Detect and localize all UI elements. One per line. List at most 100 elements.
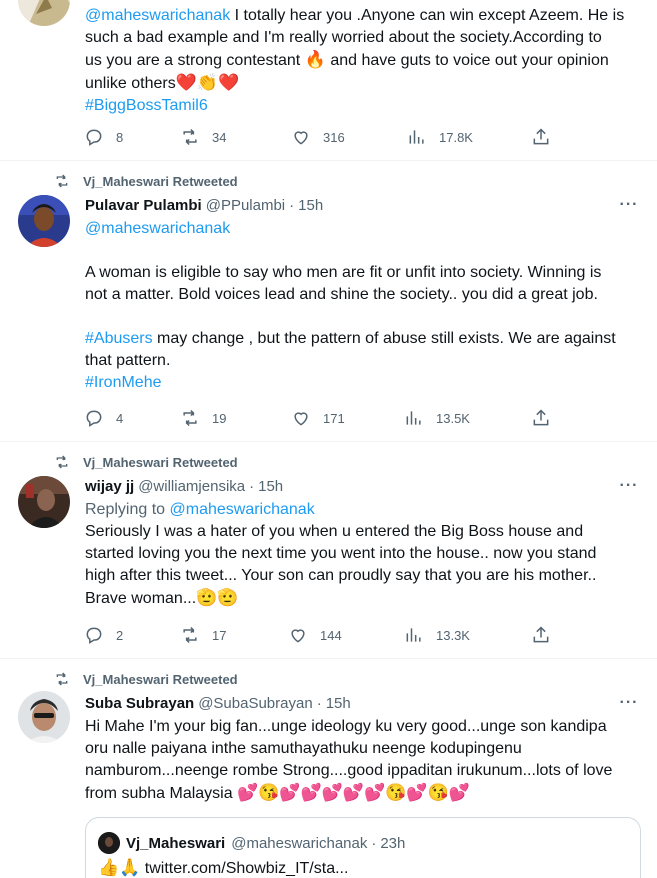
- avatar[interactable]: [18, 0, 70, 26]
- reply-button[interactable]: 8: [84, 126, 123, 148]
- like-count: 316: [323, 129, 345, 145]
- retweet-button[interactable]: 17: [180, 624, 226, 646]
- share-icon: [533, 626, 549, 643]
- like-count: 144: [320, 627, 342, 643]
- avatar[interactable]: [18, 476, 70, 528]
- avatar[interactable]: [18, 691, 70, 743]
- text-line: that pattern.: [85, 352, 171, 369]
- views-count: 13.5K: [436, 410, 470, 426]
- hashtag-link[interactable]: #BiggBossTamil6: [85, 95, 641, 117]
- reply-icon: [86, 129, 102, 146]
- retweet-context: Vj_Maheswari Retweeted: [53, 671, 238, 687]
- reply-count: 8: [116, 129, 124, 145]
- reply-icon: [86, 627, 102, 644]
- text-line: A woman is eligible to say who men are f…: [85, 264, 602, 281]
- tweet-header: Pulavar Pulambi @PPulambi · 15h: [85, 195, 323, 215]
- retweet-icon: [183, 128, 197, 146]
- text-line: Seriously I was a hater of you when u en…: [85, 523, 584, 540]
- views-count: 17.8K: [439, 129, 473, 145]
- tweet-text: Replying to @maheswarichanak Seriously I…: [85, 499, 641, 610]
- author-handle[interactable]: @PPulambi: [206, 197, 285, 214]
- reply-count: 4: [116, 410, 124, 426]
- mention-link[interactable]: @maheswarichanak: [85, 7, 230, 24]
- hearts-kiss-emoji: 💕😘💕💕💕💕💕😘💕😘💕: [237, 783, 470, 802]
- text-line: not a matter. Bold voices lead and shine…: [85, 286, 598, 303]
- text-segment: may change , but the pattern of abuse st…: [152, 330, 616, 347]
- text-line: such a bad example and I'm really worrie…: [85, 29, 602, 46]
- hashtag-link[interactable]: #IronMehe: [85, 372, 641, 394]
- tweet-header: wijay jj @williamjensika · 15h: [85, 476, 283, 496]
- avatar: [98, 832, 120, 854]
- author-name[interactable]: Suba Subrayan: [85, 695, 194, 712]
- tweet-header: Suba Subrayan @SubaSubrayan · 15h: [85, 693, 351, 713]
- text-segment: Brave woman...: [85, 590, 197, 607]
- author-name[interactable]: wijay jj: [85, 478, 134, 495]
- quoted-tweet[interactable]: Vj_Maheswari @maheswarichanak · 23h 👍🙏 t…: [85, 817, 641, 878]
- retweet-icon: [56, 455, 68, 469]
- tweet-text: Hi Mahe I'm your big fan...unge ideology…: [85, 716, 641, 805]
- author-handle[interactable]: @williamjensika: [138, 478, 245, 495]
- share-icon: [533, 409, 549, 426]
- avatar[interactable]: [18, 195, 70, 247]
- action-bar: 4 19 171 13.5K: [84, 407, 564, 429]
- retweet-icon: [183, 409, 197, 427]
- views-button[interactable]: 17.8K: [407, 126, 473, 148]
- separator: ·: [316, 694, 322, 712]
- retweeted-by-label: Vj_Maheswari Retweeted: [83, 671, 238, 687]
- separator: ·: [371, 834, 377, 852]
- separator: ·: [289, 196, 295, 214]
- share-icon: [533, 128, 549, 145]
- share-button[interactable]: [531, 407, 551, 429]
- tweet-text: @maheswarichanak A woman is eligible to …: [85, 218, 641, 394]
- hashtag-link[interactable]: #Abusers: [85, 330, 153, 347]
- heart-clap-emoji: ❤️👏❤️: [175, 73, 240, 92]
- more-icon[interactable]: ···: [619, 478, 639, 500]
- mention-link[interactable]: @maheswarichanak: [85, 218, 641, 240]
- more-icon[interactable]: ···: [619, 197, 639, 219]
- like-icon: [294, 131, 308, 145]
- like-button[interactable]: 144: [288, 624, 342, 646]
- timestamp: 23h: [380, 834, 406, 852]
- views-button[interactable]: 13.5K: [404, 407, 470, 429]
- more-icon[interactable]: ···: [619, 695, 639, 717]
- author-name[interactable]: Pulavar Pulambi: [85, 197, 202, 214]
- reply-button[interactable]: 4: [84, 407, 123, 429]
- like-button[interactable]: 171: [291, 407, 345, 429]
- mention-link[interactable]: @maheswarichanak: [170, 501, 315, 518]
- views-count: 13.3K: [436, 627, 470, 643]
- text-segment: us you are a strong contestant: [85, 52, 301, 69]
- text-line: Hi Mahe I'm your big fan...unge ideology…: [85, 718, 607, 735]
- salute-emoji: 🫡🫡: [196, 588, 239, 607]
- share-button[interactable]: [531, 126, 551, 148]
- quoted-link[interactable]: twitter.com/Showbiz_IT/sta...: [145, 860, 349, 877]
- retweet-count: 19: [212, 410, 227, 426]
- author-handle[interactable]: @SubaSubrayan: [198, 695, 312, 712]
- tweet[interactable]: Vj_Maheswari Retweeted wijay jj @william…: [0, 442, 657, 659]
- tweet-text: @maheswarichanak I totally hear you .Any…: [85, 5, 641, 117]
- like-icon: [294, 412, 308, 426]
- separator: ·: [249, 477, 255, 495]
- retweet-button[interactable]: 34: [180, 126, 226, 148]
- timestamp[interactable]: 15h: [258, 478, 283, 495]
- text-segment: unlike others: [85, 75, 176, 92]
- reply-button[interactable]: 2: [84, 624, 123, 646]
- timestamp[interactable]: 15h: [298, 197, 323, 214]
- like-button[interactable]: 316: [291, 126, 345, 148]
- text-line: started loving you the next time you wen…: [85, 545, 597, 562]
- timestamp[interactable]: 15h: [326, 695, 351, 712]
- tweet[interactable]: Vj_Maheswari Retweeted Pulavar Pulambi @…: [0, 161, 657, 442]
- reply-icon: [86, 410, 102, 427]
- views-icon: [409, 130, 424, 144]
- share-button[interactable]: [531, 624, 551, 646]
- action-bar: 2 17 144 13.3K: [84, 624, 564, 646]
- quoted-tweet-header: Vj_Maheswari @maheswarichanak · 23h: [98, 832, 405, 854]
- reply-count: 2: [116, 627, 124, 643]
- tweet[interactable]: @maheswarichanak I totally hear you .Any…: [0, 0, 657, 161]
- views-button[interactable]: 13.3K: [404, 624, 470, 646]
- text-line: high after this tweet... Your son can pr…: [85, 567, 597, 584]
- text-line: oru nalle paiyana inthe samuthayathuku n…: [85, 740, 522, 757]
- retweet-icon: [183, 626, 197, 644]
- retweet-icon: [56, 672, 68, 686]
- retweet-button[interactable]: 19: [180, 407, 226, 429]
- like-count: 171: [323, 410, 345, 426]
